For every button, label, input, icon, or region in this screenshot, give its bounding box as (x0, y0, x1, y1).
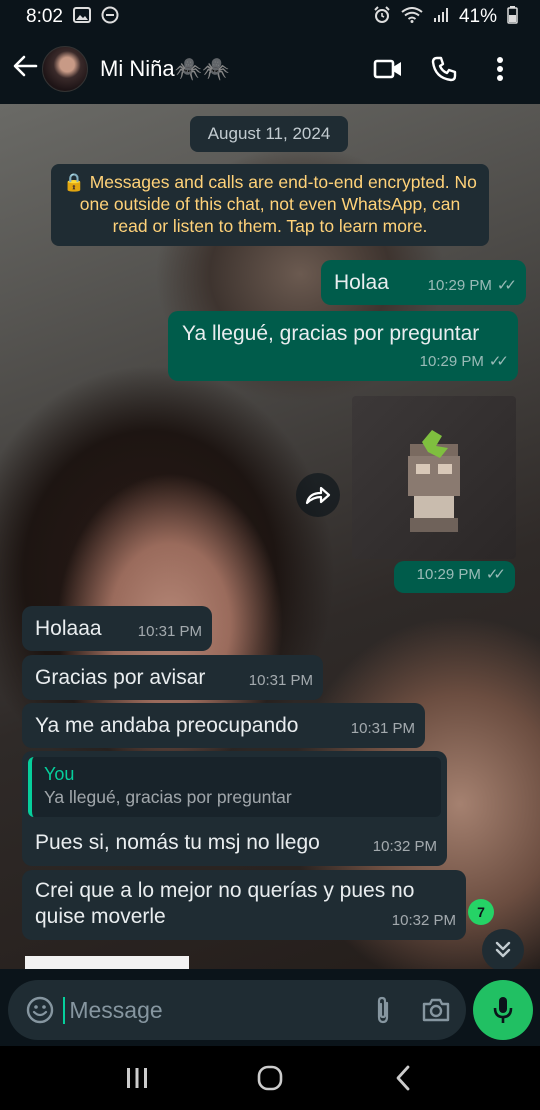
contact-avatar[interactable] (42, 46, 88, 92)
mic-button[interactable] (473, 980, 533, 1040)
read-ticks-icon: ✓✓ (485, 566, 506, 583)
quote-author: You (44, 764, 75, 784)
message-meta: 10:31 PM (249, 668, 313, 694)
back-arrow-icon[interactable] (12, 53, 40, 86)
message-meta: 10:32 PM (373, 834, 437, 860)
message-text: Gracias por avisar (35, 666, 206, 689)
gallery-notification-icon (72, 7, 91, 27)
message-meta: 10:31 PM (138, 619, 202, 645)
message-text: Ya llegué, gracias por preguntar (182, 322, 480, 345)
battery-percent: 41% (458, 6, 497, 27)
alarm-icon (373, 6, 391, 28)
sticker-image[interactable] (352, 396, 516, 559)
signal-icon (433, 7, 449, 27)
date-chip: August 11, 2024 (190, 116, 348, 152)
message-time: 10:29 PM (419, 353, 484, 370)
message-bubble-incoming[interactable]: Crei que a lo mejor no querías y pues no… (22, 870, 466, 940)
recent-apps-icon[interactable] (107, 1053, 167, 1103)
message-time: 10:29 PM (416, 566, 481, 583)
emoji-icon[interactable] (22, 991, 57, 1029)
message-bubble-incoming[interactable]: Holaaa 10:31 PM (22, 606, 212, 651)
forward-icon[interactable] (296, 473, 340, 517)
dnd-icon (101, 6, 119, 28)
message-text: Pues si, nomás tu msj no llego (35, 831, 320, 854)
read-ticks-icon: ✓✓ (488, 353, 509, 370)
message-time: 10:32 PM (391, 912, 456, 929)
contact-name[interactable]: Mi Niña🕷️🕷️ (100, 56, 360, 82)
input-bar (0, 969, 540, 1046)
message-bubble-incoming-reply[interactable]: You Ya llegué, gracias por preguntar Pue… (22, 751, 447, 866)
status-bar: 8:02 41% (0, 0, 540, 34)
system-nav-bar (0, 1046, 540, 1110)
message-meta: 10:29 PM ✓✓ (416, 562, 506, 588)
battery-icon (507, 6, 518, 28)
message-time: 10:31 PM (137, 623, 202, 640)
message-text: Holaaa (35, 617, 102, 640)
message-bubble-incoming[interactable]: Ya me andaba preocupando 10:31 PM (22, 703, 425, 748)
message-text: Ya me andaba preocupando (35, 714, 299, 737)
message-bubble-incoming[interactable]: Gracias por avisar 10:31 PM (22, 655, 323, 700)
double-chevron-down-icon (495, 941, 511, 958)
message-text: Crei que a lo mejor no querías y pues no… (35, 879, 415, 928)
chat-area[interactable]: August 11, 2024 🔒 Messages and calls are… (0, 104, 540, 969)
wifi-icon (401, 7, 423, 27)
message-meta: 10:29 PM ✓✓ (419, 349, 509, 375)
message-bubble-outgoing[interactable]: Holaa 10:29 PM ✓✓ (321, 260, 526, 305)
unread-count-badge: 7 (468, 899, 494, 925)
chat-header: Mi Niña🕷️🕷️ (0, 34, 540, 104)
nav-back-icon[interactable] (373, 1053, 433, 1103)
home-icon[interactable] (240, 1053, 300, 1103)
message-meta: 10:29 PM ✓✓ (427, 273, 517, 299)
quote-text: Ya llegué, gracias por preguntar (44, 787, 292, 807)
scroll-to-bottom-button[interactable] (482, 929, 524, 969)
attach-icon[interactable] (365, 991, 400, 1029)
encryption-notice[interactable]: 🔒 Messages and calls are end-to-end encr… (51, 164, 489, 246)
camera-icon[interactable] (419, 991, 454, 1029)
mic-icon (493, 997, 513, 1023)
message-bubble-outgoing[interactable]: Ya llegué, gracias por preguntar 10:29 P… (168, 311, 518, 381)
read-ticks-icon: ✓✓ (496, 277, 517, 294)
message-meta: 10:31 PM (351, 716, 415, 742)
message-meta: 10:32 PM (392, 908, 456, 934)
message-time: 10:32 PM (372, 838, 437, 855)
quoted-message[interactable]: You Ya llegué, gracias por preguntar (28, 757, 441, 817)
phone-icon[interactable] (416, 41, 472, 97)
status-time: 8:02 (26, 6, 63, 27)
message-input[interactable] (63, 996, 366, 1024)
video-call-icon[interactable] (360, 41, 416, 97)
message-time: 10:31 PM (248, 672, 313, 689)
message-text: Holaa (334, 271, 389, 294)
message-composer (8, 980, 466, 1040)
message-time: 10:29 PM (427, 277, 492, 294)
sticker-meta-chip: 10:29 PM ✓✓ (394, 561, 515, 593)
message-time: 10:31 PM (350, 720, 415, 737)
more-vert-icon[interactable] (472, 41, 528, 97)
partial-image-message[interactable] (25, 956, 189, 969)
